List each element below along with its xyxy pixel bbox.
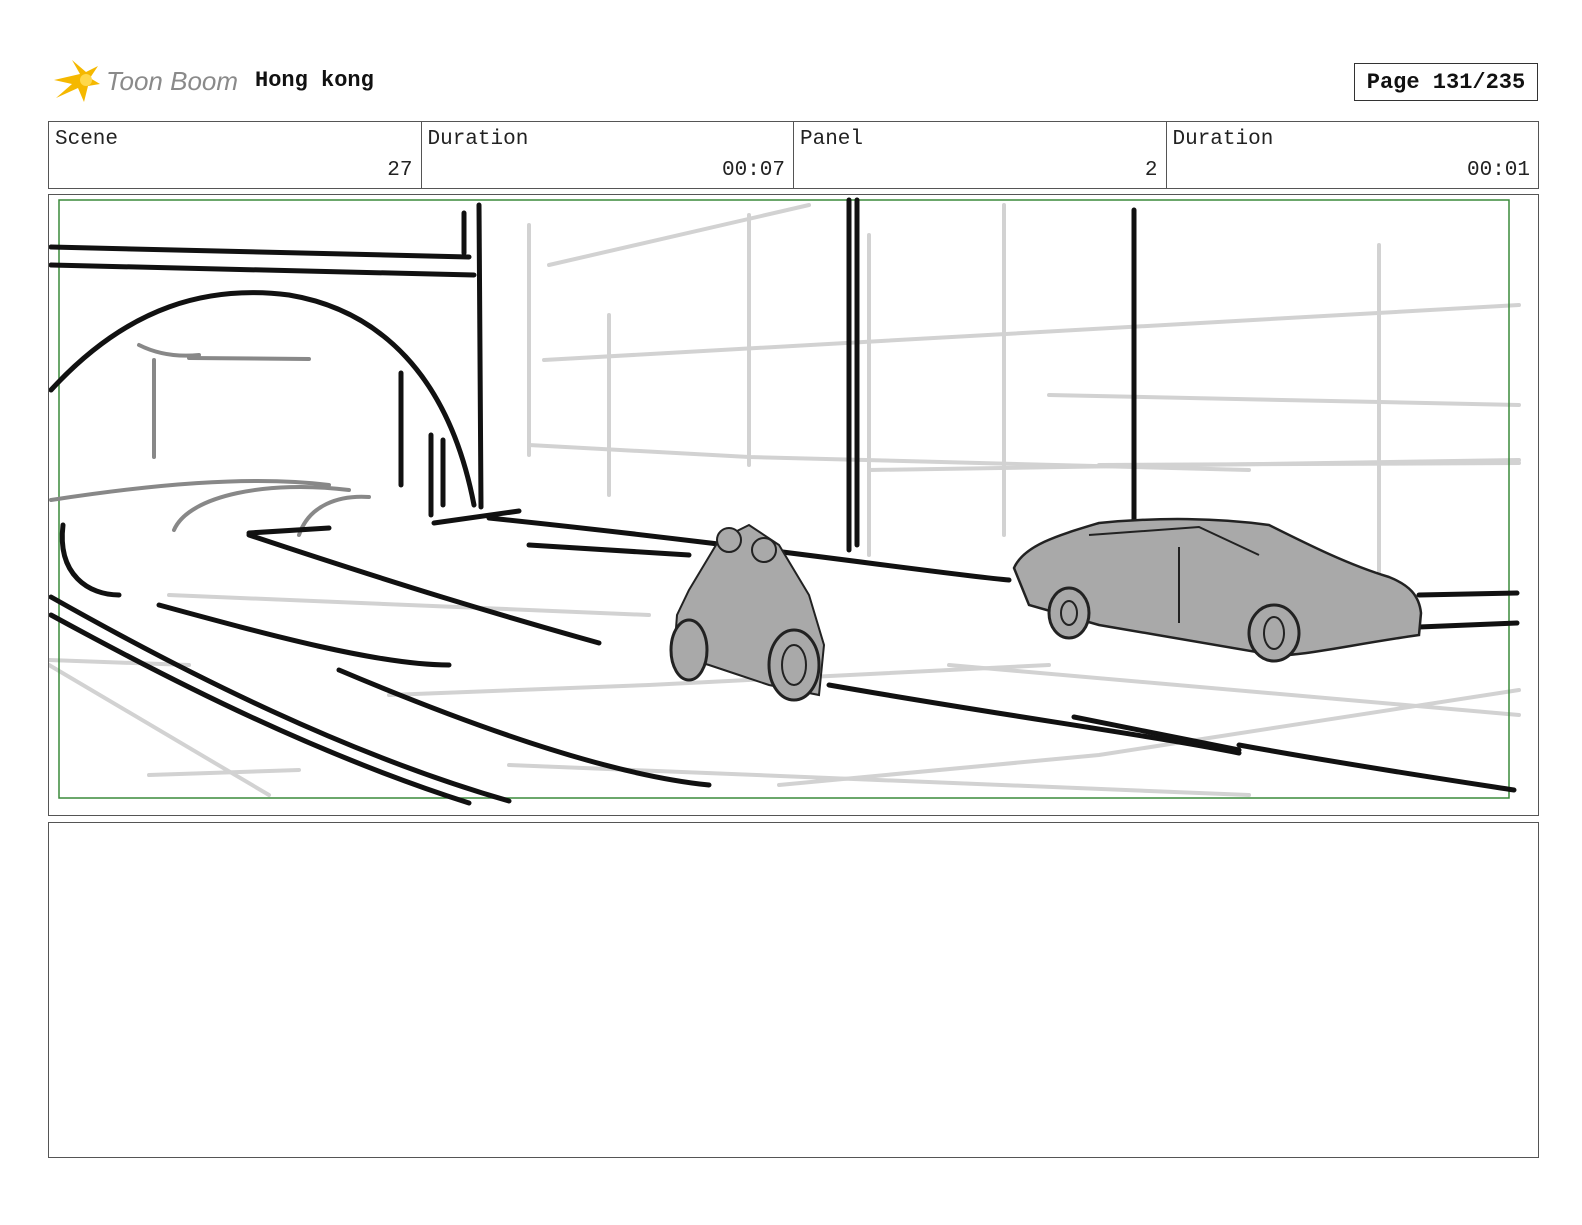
car-sketch xyxy=(1012,517,1423,663)
tunnel-interior-sketch xyxy=(49,343,371,537)
scene-duration-value: 00:07 xyxy=(721,159,785,182)
tunnel-sketch xyxy=(49,197,1137,553)
project-title: Hong kong xyxy=(255,68,374,93)
scene-duration-label: Duration xyxy=(427,128,529,151)
scene-duration-cell: Duration 00:07 xyxy=(422,122,794,188)
panel-duration-cell: Duration 00:01 xyxy=(1167,122,1539,188)
panel-sketch xyxy=(49,197,1521,806)
notes-area xyxy=(48,822,1539,1158)
scene-label: Scene xyxy=(55,128,119,151)
panel-value: 2 xyxy=(1144,159,1158,182)
scene-cell: Scene 27 xyxy=(49,122,422,188)
scene-value: 27 xyxy=(387,159,413,182)
scene-info-bar: Scene 27 Duration 00:07 Panel 2 Duration… xyxy=(48,121,1539,189)
toon-boom-logo: Toon Boom xyxy=(54,60,238,102)
storyboard-panel xyxy=(48,194,1539,816)
logo-star-icon xyxy=(54,60,100,102)
motorcycle-sketch xyxy=(669,523,826,702)
panel-duration-label: Duration xyxy=(1172,128,1274,151)
logo-text: Toon Boom xyxy=(106,66,238,96)
page-indicator: Page 131/235 xyxy=(1354,63,1538,101)
panel-duration-value: 00:01 xyxy=(1466,159,1530,182)
panel-cell: Panel 2 xyxy=(794,122,1167,188)
panel-label: Panel xyxy=(800,128,864,151)
safe-frame xyxy=(58,199,1510,799)
